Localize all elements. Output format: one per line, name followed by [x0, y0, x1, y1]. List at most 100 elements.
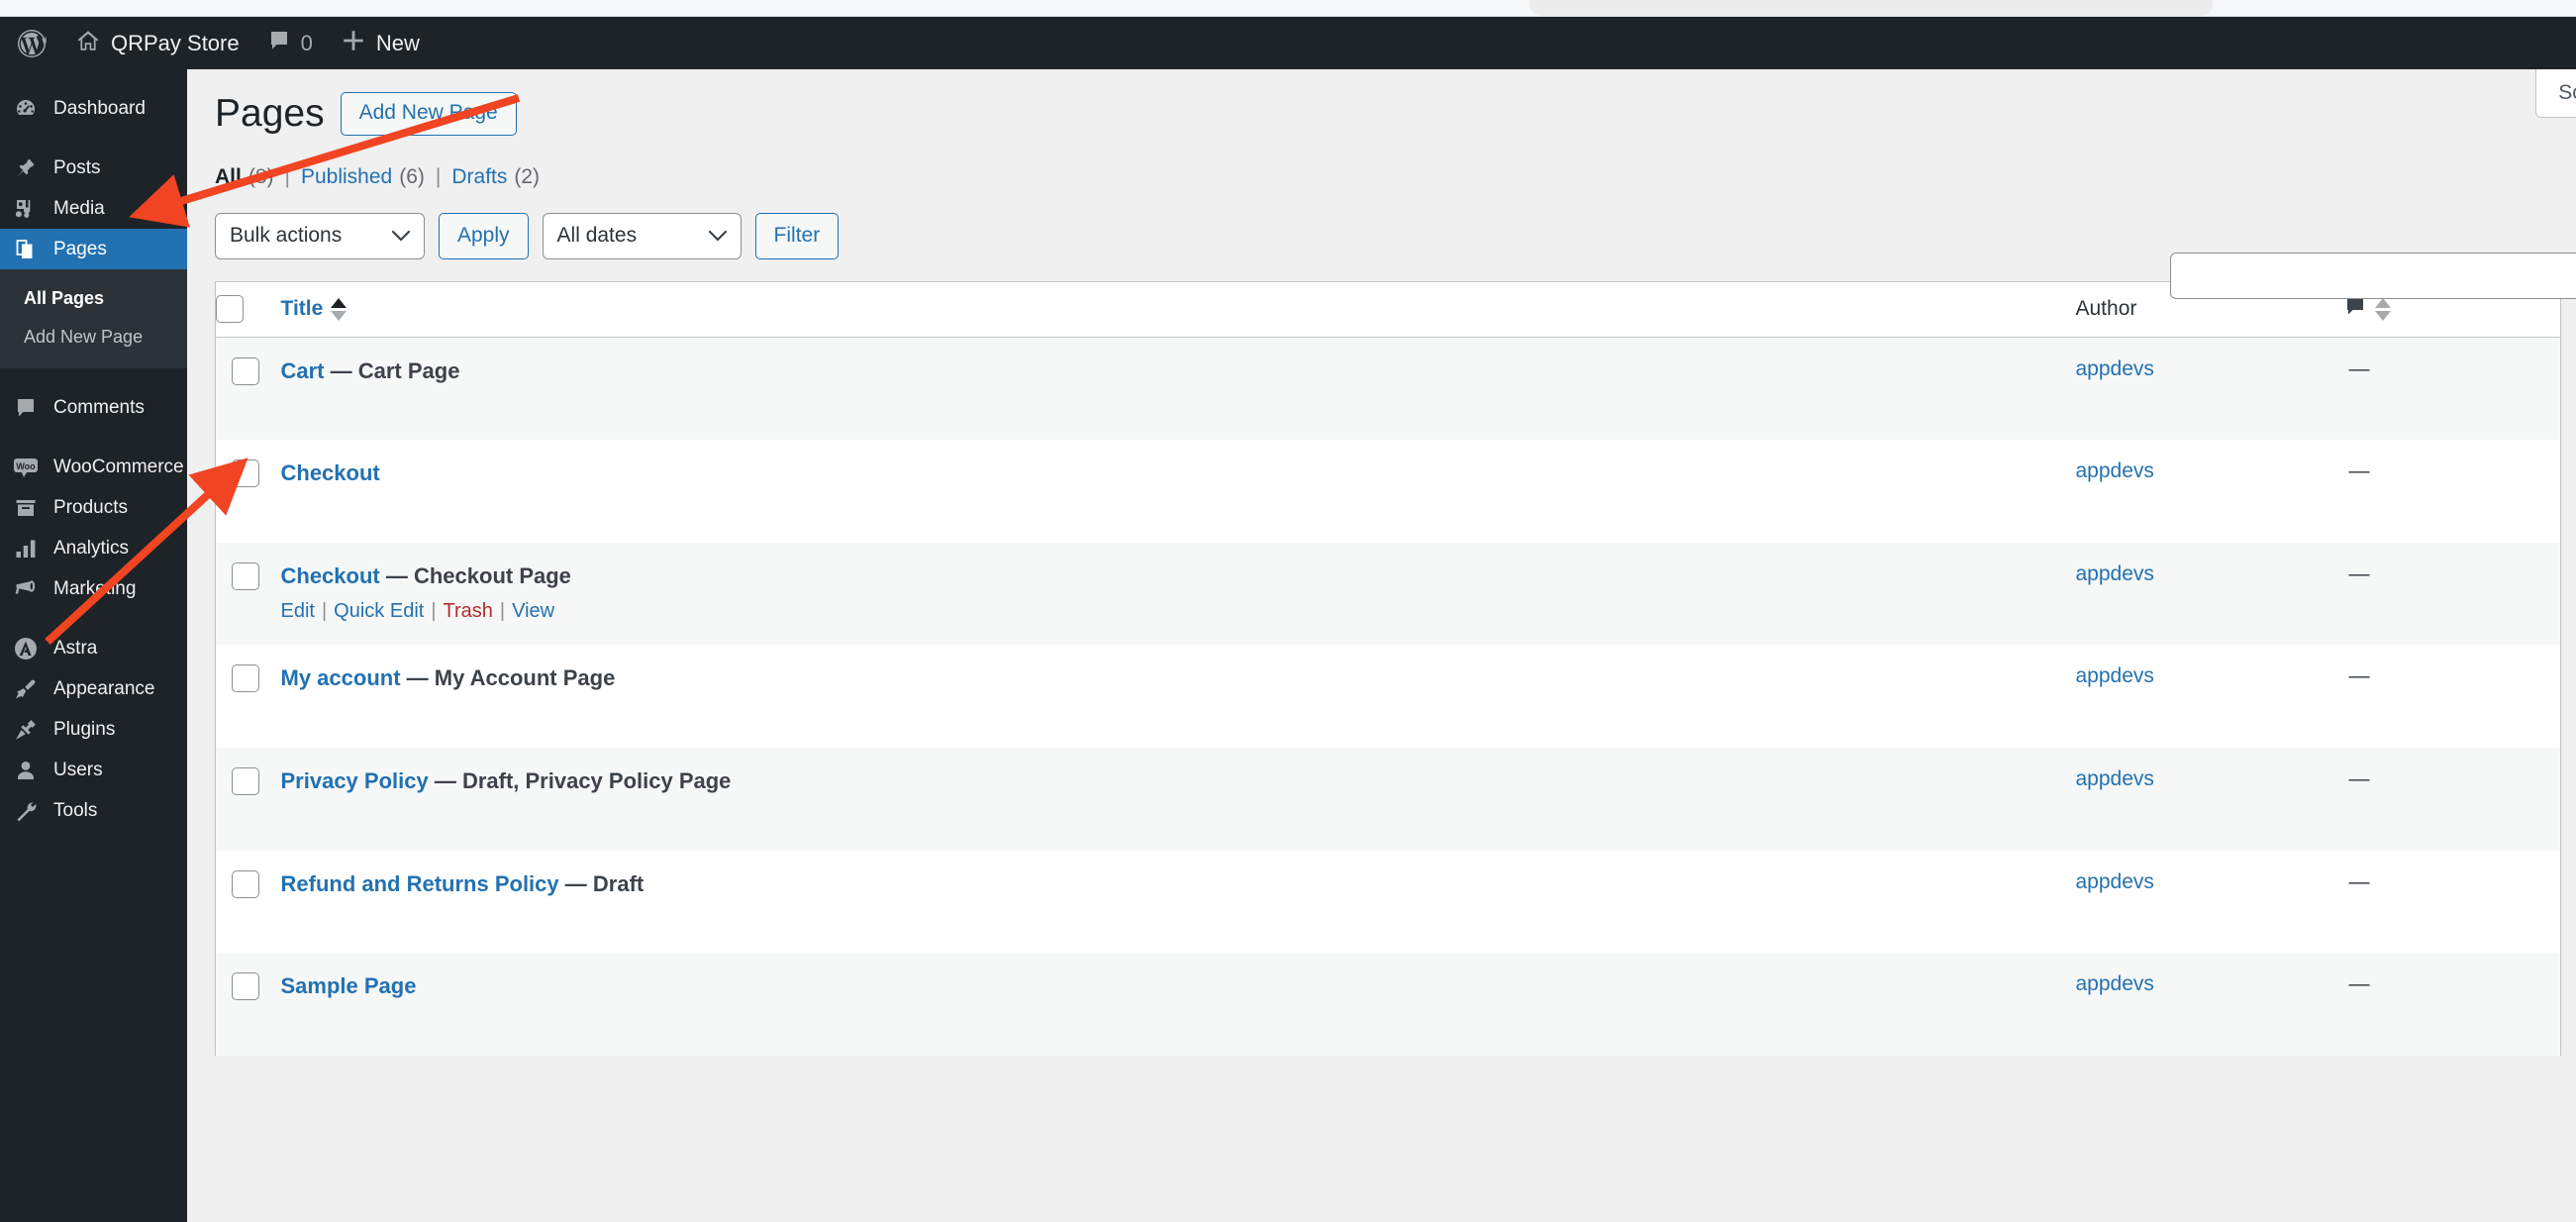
- bulk-actions-select[interactable]: Bulk actions: [215, 212, 425, 259]
- row-select-checkbox[interactable]: [232, 356, 259, 385]
- sidebar-item-woocommerce[interactable]: Woo WooCommerce: [0, 447, 187, 487]
- sidebar-item-marketing[interactable]: Marketing: [0, 568, 187, 609]
- sidebar-item-astra[interactable]: Astra: [0, 628, 187, 668]
- view-filter-drafts[interactable]: Drafts (2): [451, 165, 540, 189]
- row-title-link[interactable]: My account: [281, 665, 401, 690]
- table-row[interactable]: CheckoutEdit|Quick Edit|Trash|Viewappdev…: [215, 440, 2561, 543]
- row-action-edit[interactable]: Edit: [281, 600, 315, 622]
- row-select-checkbox[interactable]: [232, 869, 259, 898]
- sidebar-item-dashboard[interactable]: Dashboard: [0, 88, 187, 129]
- search-input[interactable]: [2170, 253, 2576, 299]
- plug-icon: [12, 716, 40, 744]
- row-select-checkbox[interactable]: [232, 459, 259, 488]
- bulk-actions-value: Bulk actions: [230, 224, 343, 248]
- view-filter-all[interactable]: All (8): [215, 165, 274, 189]
- row-comments-cell: —: [2348, 459, 2370, 483]
- row-author-link[interactable]: appdevs: [2076, 972, 2154, 995]
- adminbar-new-content[interactable]: New: [327, 17, 434, 69]
- select-all-checkbox[interactable]: [216, 295, 244, 324]
- row-action-trash[interactable]: Trash: [444, 600, 493, 622]
- row-author-cell: appdevs: [2076, 543, 2343, 646]
- row-action-view[interactable]: View: [512, 600, 554, 622]
- row-author-link[interactable]: appdevs: [2076, 767, 2154, 790]
- filter-button[interactable]: Filter: [754, 212, 840, 259]
- view-filter-separator: |: [284, 164, 290, 188]
- sidebar-item-all-pages[interactable]: All Pages: [0, 279, 187, 318]
- new-label: New: [375, 30, 420, 55]
- row-author-link[interactable]: appdevs: [2076, 870, 2154, 893]
- row-select-checkbox[interactable]: [232, 664, 259, 693]
- view-filter-drafts-link[interactable]: Drafts: [451, 165, 507, 189]
- view-filter-published-link[interactable]: Published: [301, 165, 392, 189]
- row-post-state: — Draft, Privacy Policy Page: [428, 768, 732, 794]
- sidebar-item-label: WooCommerce: [53, 456, 184, 477]
- sidebar-item-label: Posts: [53, 156, 101, 178]
- sidebar-item-plugins[interactable]: Plugins: [0, 709, 187, 750]
- row-title-cell: Cart — Cart PageEdit|Quick Edit|Trash|Vi…: [281, 337, 2076, 440]
- row-author-cell: appdevs: [2076, 953, 2343, 1056]
- view-filter-published[interactable]: Published (6): [301, 165, 425, 189]
- sidebar-item-media[interactable]: Media: [0, 188, 187, 229]
- pages-wrap: Pages Add New Page All (8) | Published (…: [187, 69, 2576, 1056]
- screen-options-button[interactable]: Screen Options: [2535, 69, 2576, 118]
- table-row[interactable]: Cart — Cart PageEdit|Quick Edit|Trash|Vi…: [215, 337, 2561, 441]
- row-select-cell: [216, 851, 281, 954]
- column-header-title[interactable]: Title: [280, 281, 2076, 338]
- site-name-label: QRPay Store: [111, 30, 240, 55]
- pin-icon: [12, 154, 40, 182]
- wordpress-logo-icon[interactable]: [0, 17, 61, 69]
- add-new-page-button[interactable]: Add New Page: [340, 92, 517, 137]
- row-title-cell: Sample PageEdit|Quick Edit|Trash|View: [281, 953, 2076, 1056]
- row-select-checkbox[interactable]: [232, 972, 259, 1001]
- sidebar-item-analytics[interactable]: Analytics: [0, 528, 187, 568]
- page-header: Pages Add New Page: [215, 89, 2536, 140]
- row-title-link[interactable]: Checkout: [281, 460, 380, 485]
- column-title-label: Title: [280, 297, 324, 321]
- row-author-link[interactable]: appdevs: [2076, 459, 2154, 482]
- sidebar-item-comments[interactable]: Comments: [0, 387, 187, 428]
- row-author-link[interactable]: appdevs: [2076, 562, 2154, 585]
- sidebar-item-label: Marketing: [53, 577, 137, 599]
- sidebar-item-tools[interactable]: Tools: [0, 790, 187, 831]
- row-title-link[interactable]: Refund and Returns Policy: [281, 871, 559, 896]
- apply-button[interactable]: Apply: [439, 212, 529, 259]
- sidebar-item-users[interactable]: Users: [0, 750, 187, 790]
- table-row[interactable]: Sample PageEdit|Quick Edit|Trash|Viewapp…: [215, 953, 2561, 1056]
- dashboard-icon: [12, 95, 40, 123]
- table-row[interactable]: Privacy Policy — Draft, Privacy Policy P…: [215, 748, 2561, 851]
- row-select-checkbox[interactable]: [232, 767, 259, 796]
- adminbar-comments[interactable]: 0: [253, 17, 327, 69]
- sidebar-item-products[interactable]: Products: [0, 487, 187, 528]
- adminbar-site-name[interactable]: QRPay Store: [61, 17, 253, 69]
- sidebar-item-add-new-page[interactable]: Add New Page: [0, 318, 187, 356]
- row-comments-cell: —: [2348, 869, 2370, 893]
- table-row[interactable]: Refund and Returns Policy — DraftEdit|Qu…: [215, 850, 2561, 954]
- table-row[interactable]: Checkout — Checkout Page Edit | Quick Edit |…: [215, 542, 2561, 646]
- row-title-link[interactable]: Checkout: [281, 563, 380, 588]
- chevron-down-icon: [392, 231, 410, 242]
- view-filter-all-link[interactable]: All: [215, 165, 242, 189]
- row-date-cell: [2442, 748, 2561, 851]
- sidebar-item-appearance[interactable]: Appearance: [0, 668, 187, 709]
- row-title: Cart — Cart Page: [281, 357, 2076, 386]
- row-author-link[interactable]: appdevs: [2076, 357, 2154, 380]
- row-title-link[interactable]: Privacy Policy: [281, 768, 429, 793]
- row-title-link[interactable]: Sample Page: [281, 973, 417, 998]
- row-title-link[interactable]: Cart: [281, 358, 325, 383]
- sort-by-title[interactable]: Title: [281, 297, 347, 321]
- sidebar-item-pages[interactable]: Pages: [0, 229, 187, 269]
- row-title: Privacy Policy — Draft, Privacy Policy P…: [281, 767, 2076, 796]
- user-icon: [12, 757, 40, 784]
- row-select-checkbox[interactable]: [232, 561, 259, 590]
- row-date-cell: [2442, 440, 2561, 543]
- row-action-quick-edit[interactable]: Quick Edit: [334, 600, 424, 622]
- table-row[interactable]: My account — My Account PageEdit|Quick E…: [215, 645, 2561, 749]
- sidebar-spacer-top: [0, 69, 187, 88]
- row-date-cell: [2442, 851, 2561, 954]
- date-filter-select[interactable]: All dates: [542, 212, 742, 259]
- row-author-link[interactable]: appdevs: [2076, 664, 2154, 687]
- admin-sidebar-menu: Dashboard Posts Media Pages All Pages Ad…: [0, 69, 187, 1222]
- sidebar-item-posts[interactable]: Posts: [0, 148, 187, 188]
- row-comments-cell: —: [2348, 972, 2370, 996]
